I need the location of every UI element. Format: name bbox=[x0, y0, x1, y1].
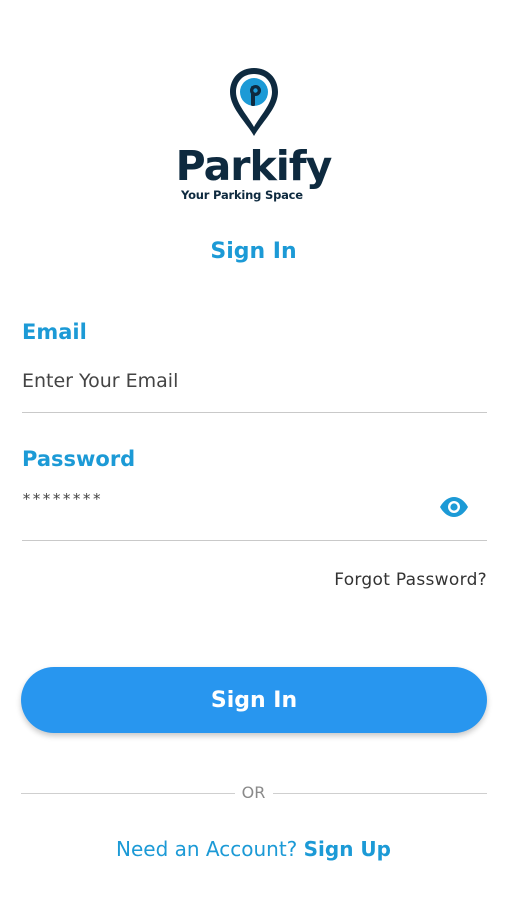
forgot-password-link[interactable]: Forgot Password? bbox=[334, 569, 487, 591]
divider-line-right bbox=[273, 793, 487, 794]
signup-row: Need an Account? Sign Up bbox=[0, 836, 507, 862]
brand-tagline: Your Parking Space bbox=[181, 188, 303, 202]
password-input[interactable]: ******** bbox=[22, 488, 102, 510]
sign-in-button[interactable]: Sign In bbox=[21, 667, 487, 733]
email-input[interactable] bbox=[22, 361, 487, 401]
sign-up-link[interactable]: Sign Up bbox=[304, 837, 391, 861]
email-label: Email bbox=[22, 320, 87, 344]
brand-name: Parkify bbox=[175, 142, 333, 190]
sign-in-screen: Parkify Your Parking Space Sign In Email… bbox=[0, 0, 507, 900]
password-label: Password bbox=[22, 447, 136, 471]
page-title: Sign In bbox=[210, 239, 297, 264]
map-pin-icon bbox=[230, 68, 278, 136]
app-logo: Parkify Your Parking Space bbox=[0, 0, 507, 215]
password-underline bbox=[22, 540, 487, 541]
eye-icon[interactable] bbox=[439, 496, 469, 518]
signup-prompt: Need an Account? bbox=[116, 837, 304, 861]
email-underline bbox=[22, 412, 487, 413]
